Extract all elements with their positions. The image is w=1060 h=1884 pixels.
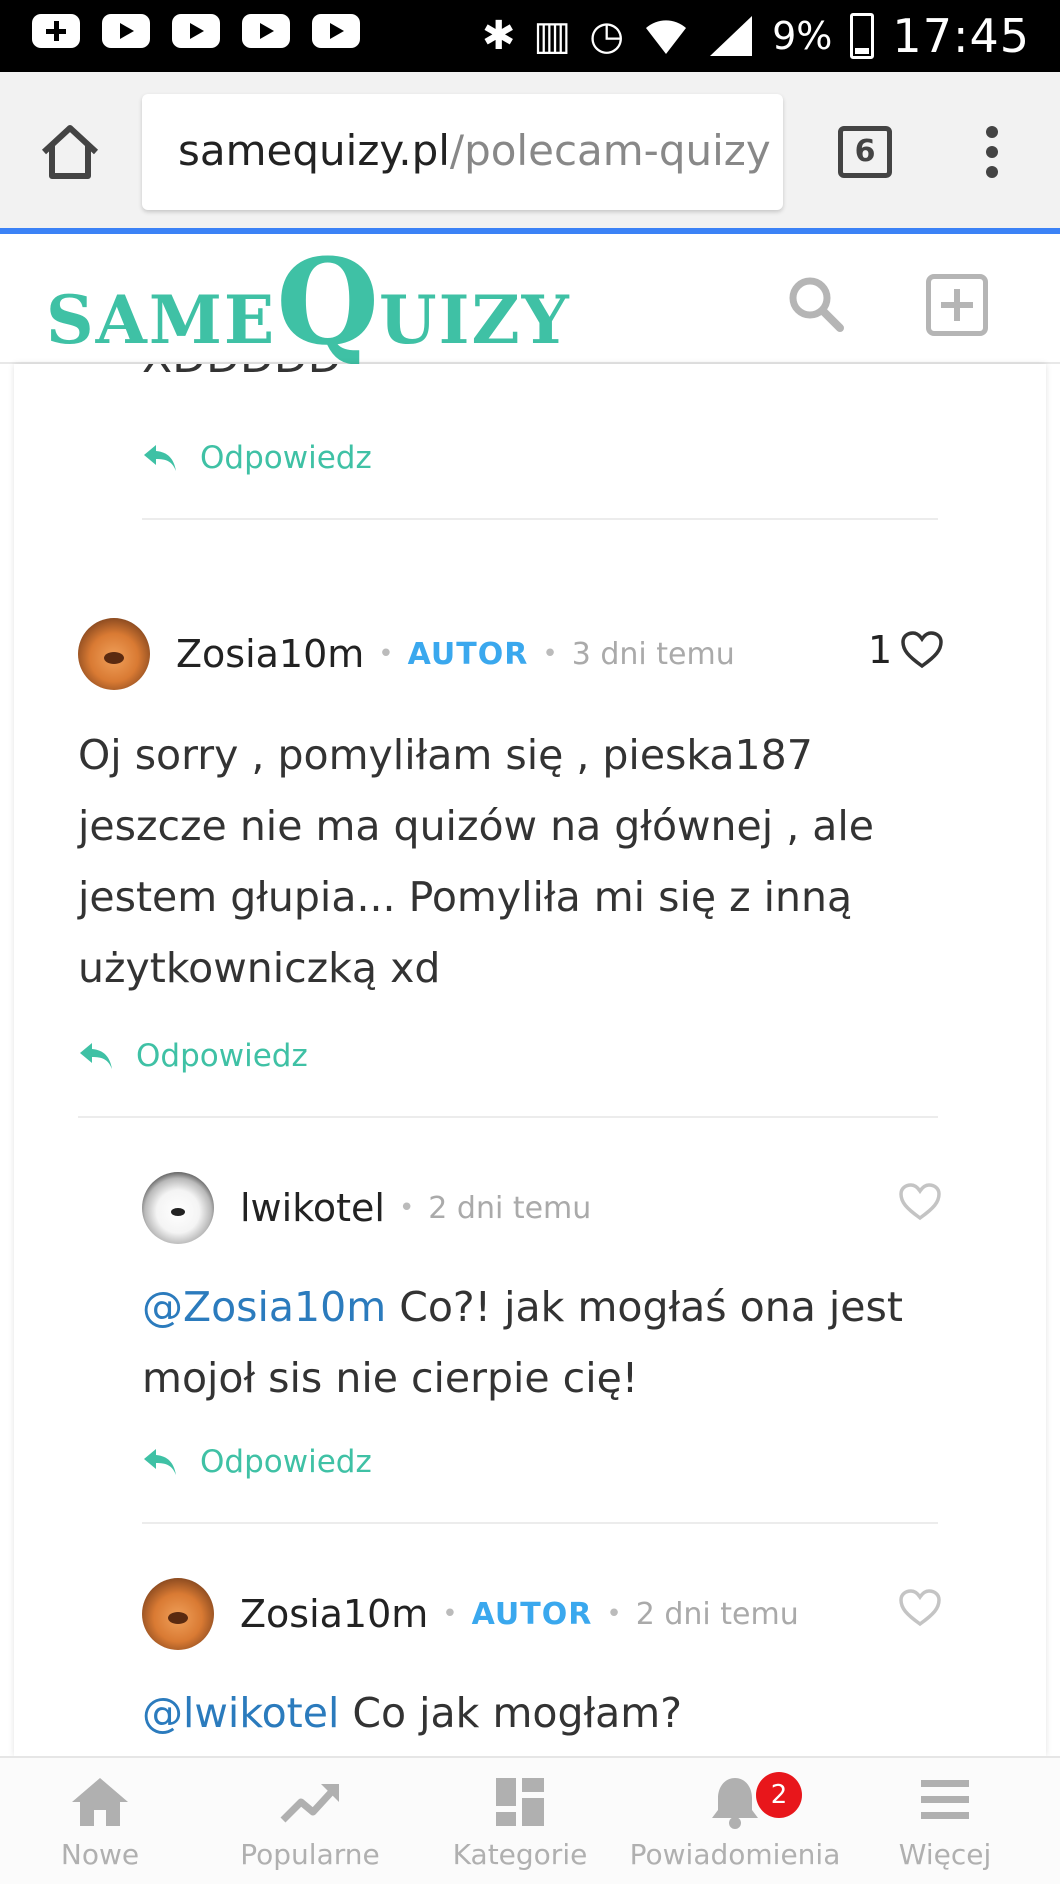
like-count: 1 (868, 628, 893, 672)
comment-author[interactable]: Zosia10m (240, 1592, 428, 1636)
nav-item-nowe[interactable]: Nowe (0, 1758, 200, 1884)
comment-time: 2 dni temu (428, 1190, 592, 1226)
status-bar: ✱ ▥ ◷ 9% 17:45 (0, 0, 1060, 72)
comment-time: 3 dni temu (571, 636, 735, 672)
heart-icon (899, 1589, 941, 1627)
avatar[interactable] (78, 618, 150, 690)
add-quiz-icon[interactable] (926, 274, 988, 336)
reply-icon (80, 1043, 112, 1069)
comment-divider (78, 1116, 938, 1118)
comments-section: XDDDDD Odpowiedz Zosia10m • AUTOR • 3 dn… (14, 364, 1046, 1756)
reply-icon (144, 445, 176, 471)
youtube-icon (102, 14, 150, 48)
home-icon[interactable] (38, 122, 102, 182)
battery-percent: 9% (772, 14, 833, 58)
notification-icons (32, 14, 360, 48)
grid-icon (496, 1778, 544, 1826)
site-header: SAMEQUIZY (0, 234, 1060, 364)
bottom-navigation: Nowe Popularne Kategorie 2 Powiadomienia (0, 1756, 1060, 1884)
avatar[interactable] (142, 1578, 214, 1650)
nav-item-kategorie[interactable]: Kategorie (430, 1758, 610, 1884)
vibrate-icon: ▥ (533, 13, 572, 59)
comment-author[interactable]: Zosia10m (176, 632, 364, 676)
bell-icon (712, 1778, 758, 1829)
heart-icon (901, 631, 943, 669)
reply-icon (144, 1449, 176, 1475)
battery-icon (850, 13, 875, 59)
samequizy-logo[interactable]: SAMEQUIZY (46, 243, 571, 361)
address-bar[interactable]: samequizy.pl/polecam-quizy (142, 94, 783, 210)
home-icon (72, 1778, 128, 1826)
system-icons: ✱ ▥ ◷ 9% 17:45 (482, 8, 1030, 64)
notification-badge: 2 (756, 1772, 802, 1818)
youtube-icon (312, 14, 360, 48)
nav-item-popularne[interactable]: Popularne (220, 1758, 400, 1884)
comment-header: Zosia10m • AUTOR • 3 dni temu (78, 618, 735, 690)
comment-text: @Zosia10m Co?! jak mogłaś ona jest mojoł… (142, 1283, 903, 1402)
browser-toolbar: samequizy.pl/polecam-quizy 6 (0, 72, 1060, 230)
author-badge: AUTOR (407, 636, 529, 672)
nav-item-wiecej[interactable]: Więcej (860, 1758, 1030, 1884)
comment-text: @lwikotel Co jak mogłam? (142, 1689, 682, 1737)
comment-header: lwikotel • 2 dni temu (142, 1172, 591, 1244)
bluetooth-icon: ✱ (481, 13, 516, 59)
youtube-icon (172, 14, 220, 48)
reply-button[interactable]: Odpowiedz (78, 1038, 308, 1074)
comment-header: Zosia10m • AUTOR • 2 dni temu (142, 1578, 799, 1650)
wifi-icon (646, 20, 687, 54)
url-host: samequizy.pl (178, 126, 450, 175)
alarm-icon: ◷ (589, 13, 625, 59)
comment-author[interactable]: lwikotel (240, 1186, 385, 1230)
search-icon[interactable] (786, 274, 846, 334)
menu-icon (921, 1780, 969, 1819)
like-button[interactable]: 1 (868, 628, 944, 672)
like-button[interactable] (898, 1182, 942, 1222)
youtube-icon (242, 14, 290, 48)
comment-text: XDDDDD (142, 364, 342, 383)
tab-switcher-button[interactable]: 6 (838, 126, 892, 178)
url-path: /polecam-quizy (449, 126, 771, 175)
reply-button[interactable]: Odpowiedz (142, 1444, 372, 1480)
trending-icon (280, 1784, 339, 1823)
reply-button[interactable]: Odpowiedz (142, 440, 372, 476)
nav-item-powiadomienia[interactable]: 2 Powiadomienia (620, 1758, 850, 1884)
add-notification-icon (32, 14, 80, 48)
comment-time: 2 dni temu (635, 1596, 799, 1632)
like-button[interactable] (898, 1588, 942, 1628)
heart-icon (899, 1183, 941, 1221)
user-mention[interactable]: @lwikotel (142, 1689, 339, 1737)
avatar[interactable] (142, 1172, 214, 1244)
comment-divider (142, 518, 938, 520)
comment-text: Oj sorry , pomyliłam się , pieska187 jes… (78, 731, 874, 992)
author-badge: AUTOR (471, 1596, 593, 1632)
clock: 17:45 (892, 9, 1030, 63)
signal-icon (710, 16, 753, 56)
user-mention[interactable]: @Zosia10m (142, 1283, 386, 1331)
comment-divider (142, 1522, 938, 1524)
browser-menu-icon[interactable] (982, 126, 1002, 180)
